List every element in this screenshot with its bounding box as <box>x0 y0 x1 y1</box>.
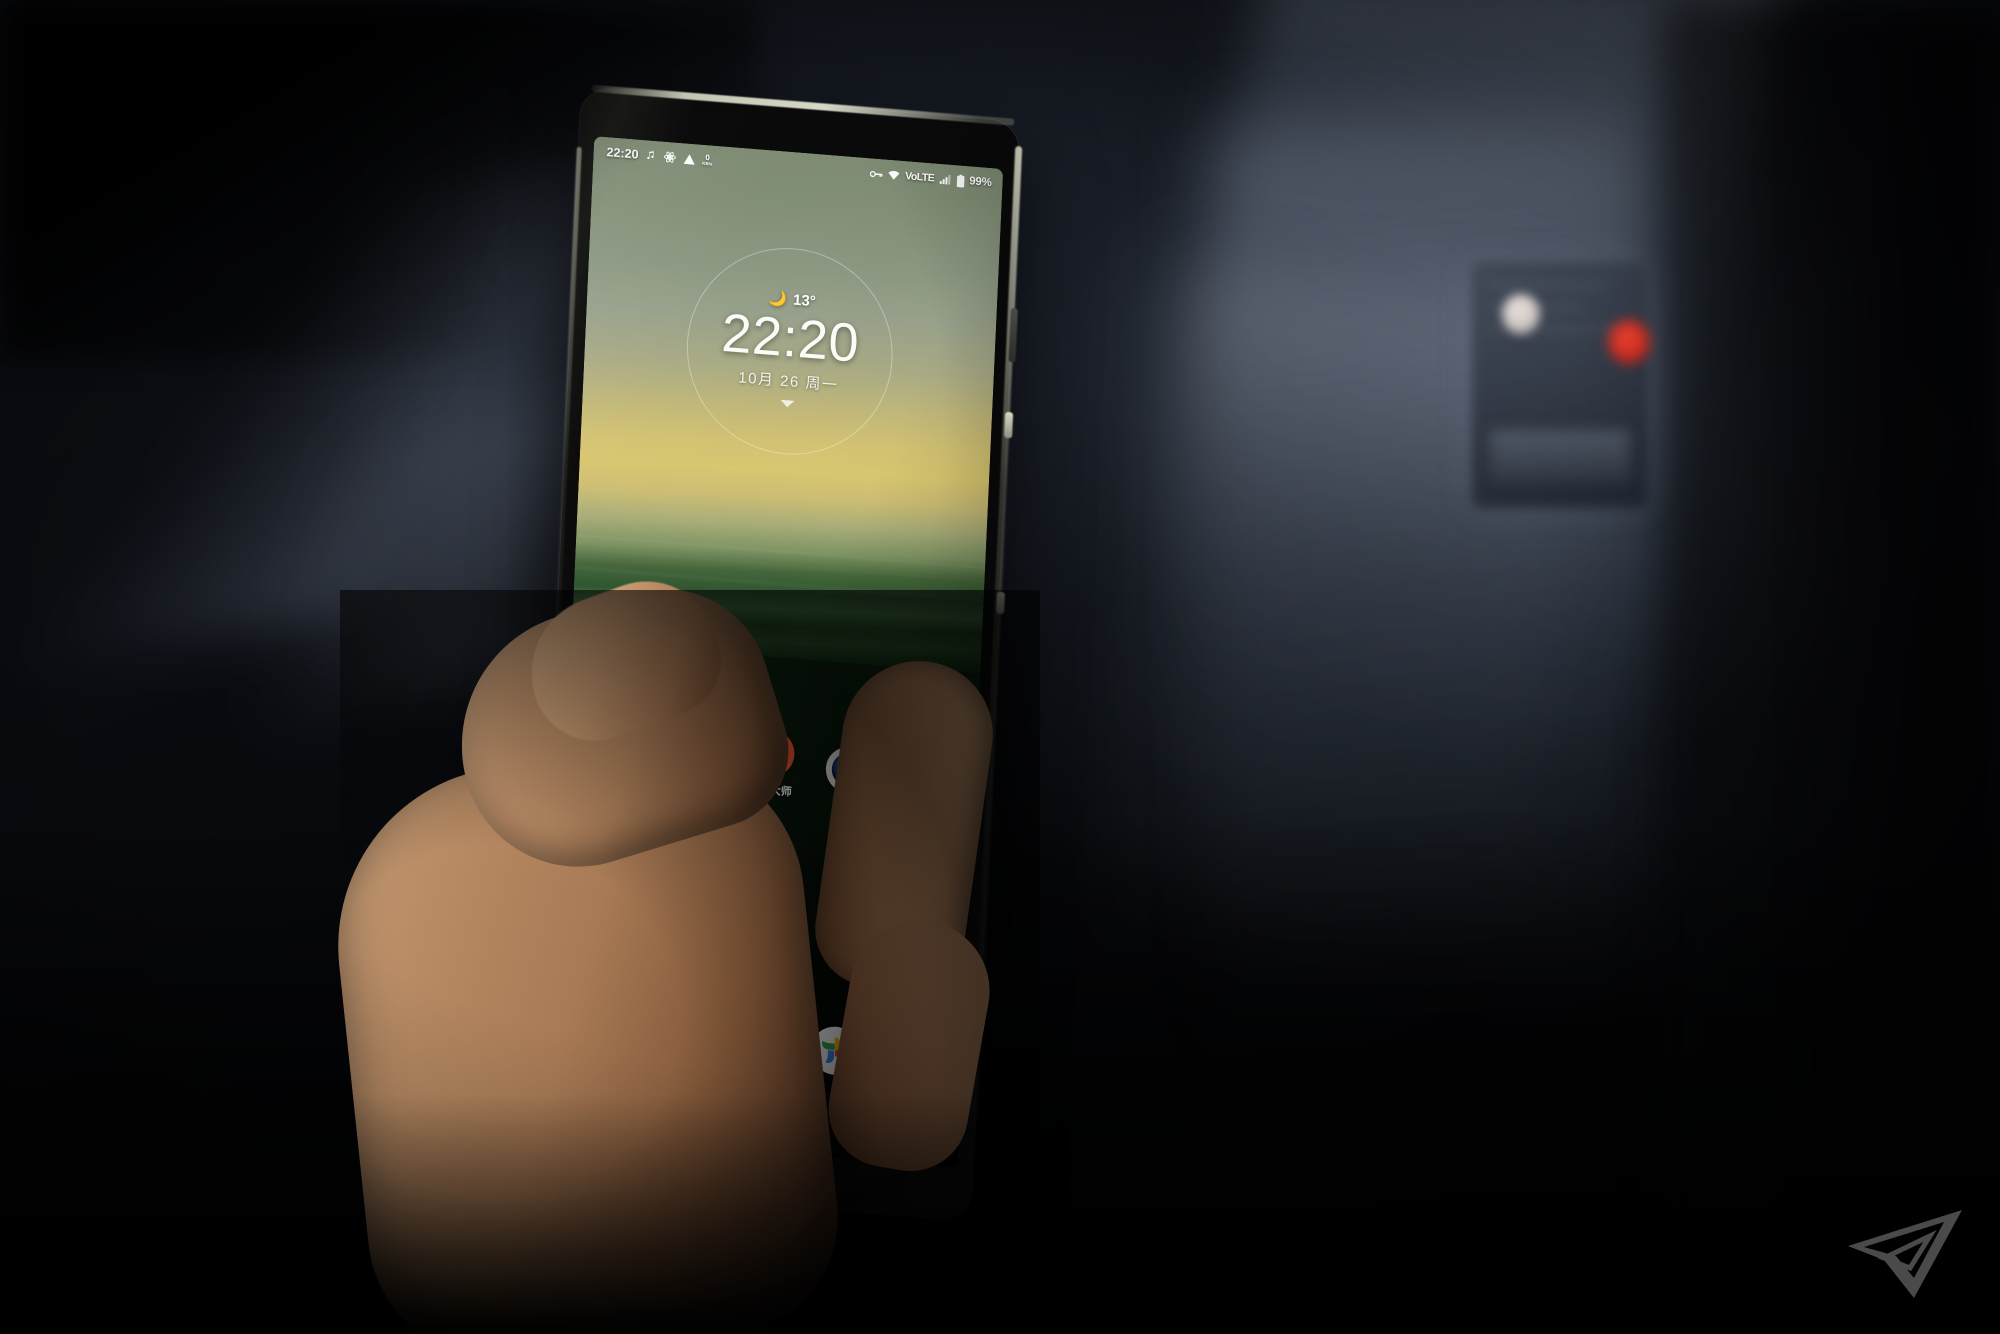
camera-lens-graphic <box>831 751 867 789</box>
app-label: 摄影大师 <box>747 783 792 799</box>
dock-item-phone[interactable] <box>572 973 640 1026</box>
app-item-twitter[interactable]: Twitter <box>808 868 877 937</box>
app-item-wechat[interactable]: 微信 <box>576 817 645 890</box>
shutter-button[interactable] <box>996 591 1006 615</box>
baidu-maps-app-icon: du <box>902 762 951 813</box>
youtube-app-icon <box>741 851 790 902</box>
app-grid: 音乐 电影大师 摄影大师 相机 du 百度地图 微信 微博 YouTube Tw… <box>558 691 978 974</box>
app-label: 设定 <box>907 942 930 957</box>
wechat-app-icon <box>587 817 636 868</box>
app-item-baidu-maps[interactable]: du 百度地图 <box>891 762 960 835</box>
svg-text:du: du <box>919 777 933 790</box>
app-row-2: 微信 微博 YouTube Twitter 设定 <box>574 817 956 959</box>
microsoft-edge-icon <box>886 1042 937 1094</box>
music-app-icon <box>592 693 641 744</box>
photo-pro-app-icon <box>747 728 796 778</box>
dock-item-play-store[interactable] <box>725 1007 793 1060</box>
settings-app-icon <box>896 886 945 937</box>
wifi-icon <box>888 170 900 181</box>
messages-icon <box>657 990 708 1043</box>
phone-screen[interactable]: 22:20 0 KB/s VoLTE 99% 🌙 13° 22:20 10月 2… <box>548 136 1004 1168</box>
data-rate-unit: KB/s <box>702 160 713 167</box>
app-item-weibo[interactable]: 微博 <box>654 834 723 907</box>
app-item-camera[interactable]: 相机 <box>814 745 883 818</box>
twitter-app-icon <box>819 869 868 919</box>
warning-triangle-icon <box>683 153 695 165</box>
app-item-youtube[interactable]: YouTube <box>731 851 800 920</box>
photo-scene: 22:20 0 KB/s VoLTE 99% 🌙 13° 22:20 10月 2… <box>0 0 2000 1334</box>
clock-time: 22:20 <box>720 302 861 374</box>
phone-device: 22:20 0 KB/s VoLTE 99% 🌙 13° 22:20 10月 2… <box>531 84 1023 1222</box>
app-label: 电影大师 <box>670 765 715 782</box>
camera-app-icon <box>824 745 873 795</box>
app-label: YouTube <box>742 903 787 920</box>
dock-item-edge[interactable] <box>877 1041 945 1094</box>
status-bar-right-group: VoLTE 99% <box>870 167 992 190</box>
signal-bars-icon <box>939 174 951 185</box>
dock-item-messages[interactable] <box>648 990 716 1043</box>
app-label: 百度地图 <box>902 817 947 834</box>
battery-icon <box>956 174 965 188</box>
vpn-key-icon <box>870 169 884 179</box>
power-button[interactable] <box>1004 411 1014 439</box>
background-device-red-led <box>1608 320 1650 364</box>
music-note-icon <box>645 149 657 162</box>
dock-item-google-photos[interactable] <box>801 1024 869 1077</box>
app-item-settings[interactable]: 设定 <box>886 886 955 959</box>
cinema-pro-app-icon <box>670 710 719 761</box>
the-verge-logo <box>1848 1210 1962 1298</box>
chevron-down-icon[interactable] <box>780 399 795 408</box>
app-label: 微信 <box>598 873 621 888</box>
phone-dialer-icon <box>581 973 632 1026</box>
background-device-base <box>1490 430 1630 482</box>
app-item-music[interactable]: 音乐 <box>582 693 651 766</box>
data-rate-icon: 0 KB/s <box>702 153 713 167</box>
volte-icon: VoLTE <box>905 170 935 184</box>
dark-foreground-floor <box>0 814 2000 1334</box>
weibo-app-icon <box>664 834 713 885</box>
bluetooth-tethering-icon <box>663 151 677 164</box>
app-label: 音乐 <box>603 749 627 764</box>
crescent-moon-icon: 🌙 <box>768 289 788 309</box>
app-label: Twitter <box>824 921 859 937</box>
background-device-white-dot <box>1502 294 1540 334</box>
app-label: 微博 <box>675 890 699 905</box>
google-photos-icon <box>810 1024 861 1077</box>
battery-percent-label: 99% <box>968 175 992 190</box>
volte-label: VoLTE <box>904 170 935 185</box>
status-clock: 22:20 <box>606 145 639 162</box>
temperature-label: 13° <box>792 291 817 311</box>
google-play-store-icon <box>733 1007 784 1060</box>
app-label: 相机 <box>835 801 859 815</box>
app-item-cinema-pro[interactable]: 电影大师 <box>659 710 728 783</box>
app-item-photo-pro[interactable]: 摄影大师 <box>737 727 806 800</box>
status-bar-left-group: 22:20 0 KB/s <box>606 145 713 168</box>
